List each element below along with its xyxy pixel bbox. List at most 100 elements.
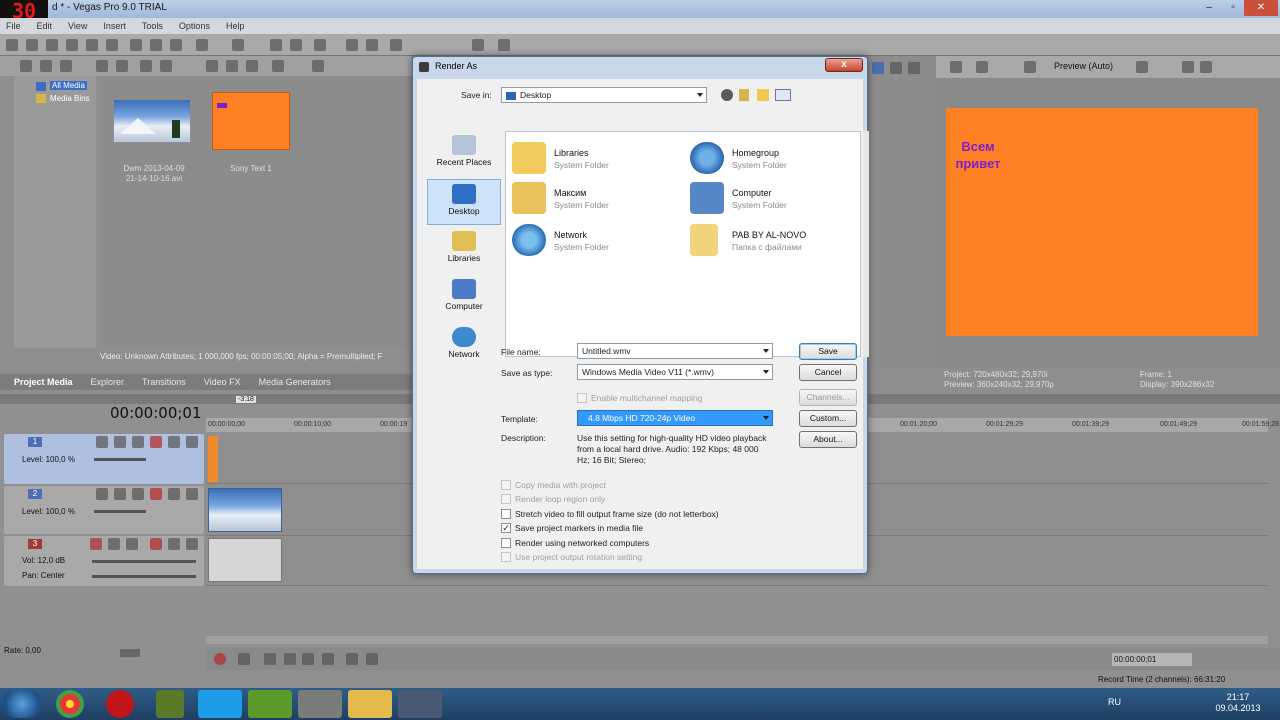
dialog-close-button[interactable]: x xyxy=(825,58,863,72)
tab-project-media[interactable]: Project Media xyxy=(14,377,73,387)
file-name-input[interactable]: Untitled.wmv xyxy=(577,343,773,359)
trimmer-icon[interactable] xyxy=(872,62,884,74)
menu-edit[interactable]: Edit xyxy=(37,21,53,31)
audio-event[interactable] xyxy=(208,538,282,582)
option-checkbox[interactable] xyxy=(501,508,511,519)
properties-icon[interactable] xyxy=(160,60,172,72)
crossfades-icon[interactable] xyxy=(366,39,378,51)
menu-view[interactable]: View xyxy=(68,21,87,31)
back-icon[interactable] xyxy=(721,89,733,101)
record-icon[interactable] xyxy=(214,653,226,665)
mute-icon[interactable] xyxy=(168,488,180,500)
option-stretch-video[interactable]: Stretch video to fill output frame size … xyxy=(501,507,719,520)
level-slider[interactable] xyxy=(94,510,146,513)
rate-slider[interactable] xyxy=(120,649,140,657)
preview-quality-dropdown[interactable]: Preview (Auto) xyxy=(1054,61,1113,71)
volume-slider[interactable] xyxy=(92,560,196,563)
overlays-icon[interactable] xyxy=(1136,61,1148,73)
save-button[interactable]: Save xyxy=(799,343,857,360)
solo-icon[interactable] xyxy=(186,538,198,550)
video-event[interactable] xyxy=(208,488,282,532)
clock[interactable]: 21:17 09.04.2013 xyxy=(1210,692,1266,714)
save-snapshot-icon[interactable] xyxy=(1200,61,1212,73)
go-to-end-icon[interactable] xyxy=(366,653,378,665)
trimmer-icon[interactable] xyxy=(890,62,902,74)
monitor-icon[interactable] xyxy=(298,690,342,718)
auto-ripple-icon[interactable] xyxy=(290,39,302,51)
new-icon[interactable] xyxy=(6,39,18,51)
solo-icon[interactable] xyxy=(186,436,198,448)
utorrent-icon[interactable] xyxy=(248,690,292,718)
file-item-libraries[interactable]: Libraries System Folder xyxy=(512,140,682,178)
motion-icon[interactable] xyxy=(132,436,144,448)
place-computer[interactable]: Computer xyxy=(427,275,501,321)
level-slider[interactable] xyxy=(94,458,146,461)
copy-icon[interactable] xyxy=(150,39,162,51)
template-dropdown[interactable]: 4.8 Mbps HD 720-24p Video xyxy=(577,410,773,426)
custom-button[interactable]: Custom... xyxy=(799,410,857,427)
lock-envelopes-icon[interactable] xyxy=(314,39,326,51)
render-icon[interactable] xyxy=(86,39,98,51)
open-icon[interactable] xyxy=(26,39,38,51)
make-compositing-child-icon[interactable] xyxy=(114,436,126,448)
minecraft-icon[interactable] xyxy=(156,690,184,718)
media-thumbnail-text[interactable] xyxy=(212,92,290,150)
file-item-folder[interactable]: PAB BY AL-NOVO Папка с файлами xyxy=(690,222,860,260)
search-media-icon[interactable] xyxy=(116,60,128,72)
tab-explorer[interactable]: Explorer xyxy=(91,377,125,387)
media-fx-icon[interactable] xyxy=(96,60,108,72)
media-thumbnail-video[interactable] xyxy=(114,100,190,142)
menu-insert[interactable]: Insert xyxy=(103,21,126,31)
selection-tool-icon[interactable] xyxy=(472,39,484,51)
option-checkbox-checked[interactable]: ✓ xyxy=(501,522,511,533)
track-header-video-1[interactable]: 1 Level: 100,0 % xyxy=(4,434,204,484)
place-desktop[interactable]: Desktop xyxy=(427,179,501,225)
track-fx-icon[interactable] xyxy=(150,488,162,500)
tab-transitions[interactable]: Transitions xyxy=(142,377,186,387)
cut-icon[interactable] xyxy=(130,39,142,51)
minimize-button[interactable]: – xyxy=(1196,0,1222,16)
project-properties-icon[interactable] xyxy=(950,61,962,73)
track-fx-icon[interactable] xyxy=(150,538,162,550)
up-folder-icon[interactable] xyxy=(739,89,749,101)
view-menu-icon[interactable] xyxy=(775,89,791,101)
redo-icon[interactable] xyxy=(232,39,244,51)
external-monitor-icon[interactable] xyxy=(976,61,988,73)
solo-icon[interactable] xyxy=(186,488,198,500)
fx-icon[interactable] xyxy=(1024,61,1036,73)
make-compositing-child-icon[interactable] xyxy=(114,488,126,500)
play-media-icon[interactable] xyxy=(206,60,218,72)
tab-video-fx[interactable]: Video FX xyxy=(204,377,241,387)
file-item-computer[interactable]: Computer System Folder xyxy=(690,180,860,218)
file-item-user[interactable]: Максим System Folder xyxy=(512,180,682,218)
import-media-icon[interactable] xyxy=(20,60,32,72)
start-orb-icon[interactable] xyxy=(2,690,42,718)
help-icon[interactable] xyxy=(498,39,510,51)
views-icon[interactable] xyxy=(272,60,284,72)
option-networked-render[interactable]: Render using networked computers xyxy=(501,536,649,549)
track-header-audio-3[interactable]: 3 Vol: 12,0 dB Pan: Center xyxy=(4,536,204,586)
chrome-icon[interactable] xyxy=(56,690,84,718)
tab-media-generators[interactable]: Media Generators xyxy=(259,377,331,387)
option-checkbox[interactable] xyxy=(501,537,511,548)
maximize-button[interactable]: ▫ xyxy=(1220,0,1246,16)
menu-file[interactable]: File xyxy=(6,21,21,31)
file-list-scrollbar[interactable] xyxy=(863,131,869,357)
undo-icon[interactable] xyxy=(196,39,208,51)
track-header-video-2[interactable]: 2 Level: 100,0 % xyxy=(4,486,204,534)
enable-snapping-icon[interactable] xyxy=(270,39,282,51)
skype-icon[interactable] xyxy=(198,690,242,718)
go-to-start-icon[interactable] xyxy=(346,653,358,665)
close-button[interactable]: ✕ xyxy=(1244,0,1278,16)
menu-help[interactable]: Help xyxy=(226,21,245,31)
auto-preview-icon[interactable] xyxy=(246,60,258,72)
save-as-icon[interactable] xyxy=(66,39,78,51)
video-event[interactable] xyxy=(208,436,218,482)
normal-edit-tool-icon[interactable] xyxy=(390,39,402,51)
copy-snapshot-icon[interactable] xyxy=(1182,61,1194,73)
file-item-homegroup[interactable]: Homegroup System Folder xyxy=(690,140,860,178)
stop-media-icon[interactable] xyxy=(226,60,238,72)
about-button[interactable]: About... xyxy=(799,431,857,448)
remove-media-icon[interactable] xyxy=(140,60,152,72)
mute-icon[interactable] xyxy=(168,538,180,550)
